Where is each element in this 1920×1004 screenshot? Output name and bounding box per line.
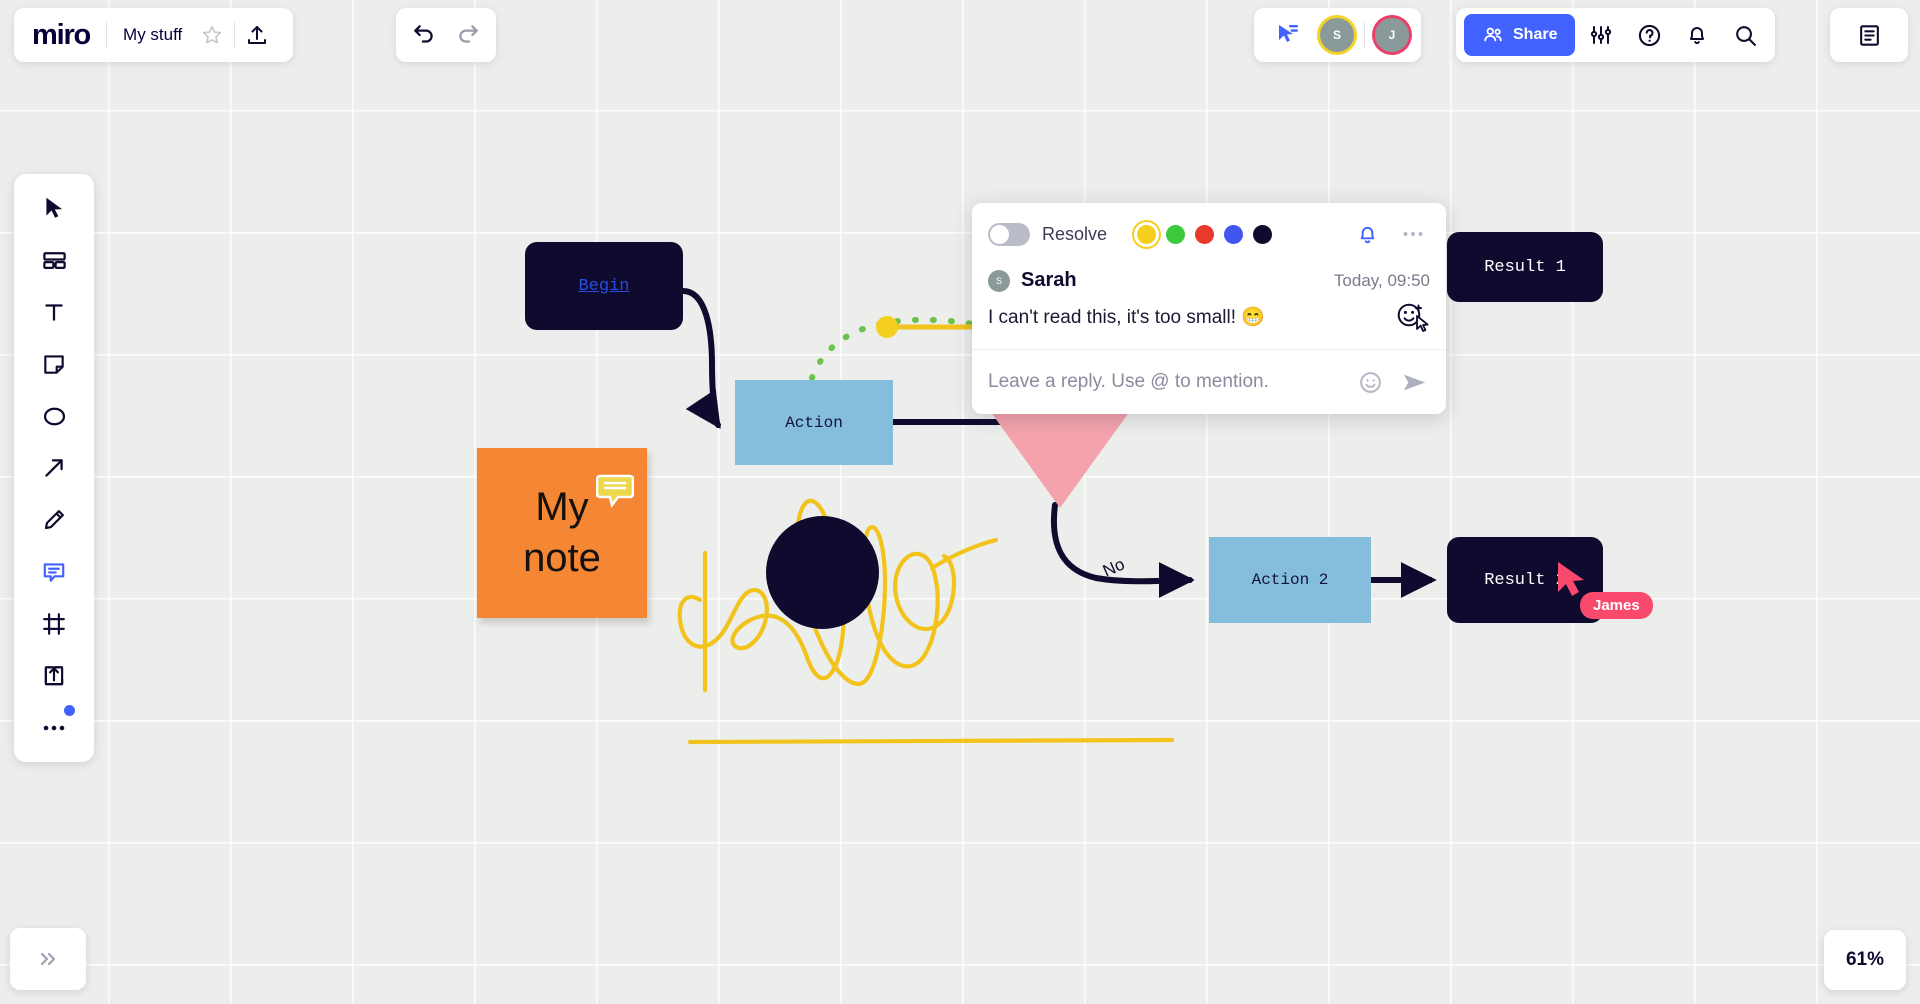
more-tools-badge: [64, 705, 75, 716]
james-avatar[interactable]: J: [1375, 18, 1409, 52]
bell-icon[interactable]: [1675, 13, 1719, 57]
comment-popup[interactable]: Resolve S Sarah Today, 09:50 I can't rea…: [972, 203, 1446, 414]
swatch-red[interactable]: [1195, 224, 1215, 244]
upload-icon: [44, 666, 64, 686]
zoom-level-control[interactable]: 61%: [1824, 930, 1906, 990]
reply-input[interactable]: [988, 371, 1342, 393]
miro-logo[interactable]: miro: [32, 19, 106, 52]
comment-header: Resolve: [972, 203, 1446, 265]
resolve-label: Resolve: [1042, 223, 1108, 244]
cursor-icon: [46, 197, 63, 218]
notes-panel-toolbar: [1830, 8, 1908, 62]
sticky-note-line-2: note: [523, 536, 601, 580]
swatch-green[interactable]: [1166, 224, 1186, 244]
node-action-2[interactable]: Action 2: [1209, 537, 1371, 623]
comment-timestamp: Today, 09:50: [1333, 270, 1430, 290]
node-action-2-label: Action 2: [1251, 571, 1329, 589]
templates-icon: [42, 251, 66, 269]
creation-toolbar: [14, 174, 94, 762]
resolve-toggle[interactable]: [988, 222, 1030, 246]
divider: [1364, 22, 1365, 48]
ellipsis-icon: [43, 725, 65, 731]
swatch-black[interactable]: [1253, 224, 1273, 244]
upload-tool[interactable]: [28, 656, 80, 696]
upload-export-icon[interactable]: [235, 13, 279, 57]
board-toolbar-left: miro My stuff: [14, 8, 294, 62]
comment-meta: S Sarah Today, 09:50: [988, 269, 1430, 292]
arrow-icon: [45, 459, 63, 477]
pen-icon: [44, 510, 64, 530]
sarah-avatar[interactable]: S: [1320, 18, 1354, 52]
connector-tool[interactable]: [28, 448, 80, 488]
share-button[interactable]: Share: [1464, 14, 1576, 56]
frame-icon: [43, 613, 65, 635]
redo-icon[interactable]: [446, 13, 490, 57]
history-toolbar: [396, 8, 496, 62]
comment-more-icon[interactable]: [1396, 217, 1430, 251]
add-reaction-icon[interactable]: [1396, 301, 1430, 333]
sticky-note-comment-badge[interactable]: [596, 474, 634, 508]
comment-author-avatar: S: [988, 269, 1010, 292]
comment-author: Sarah: [1021, 269, 1077, 291]
templates-tool[interactable]: [28, 240, 80, 280]
swatch-blue[interactable]: [1224, 224, 1244, 244]
top-bar: miro My stuff S J Share: [0, 0, 1920, 70]
node-action-label: Action: [785, 413, 843, 432]
james-cursor-label: James: [1580, 592, 1653, 619]
color-swatches: [1137, 224, 1273, 244]
comment-icon: [43, 563, 65, 582]
search-icon[interactable]: [1723, 13, 1767, 57]
comment-reply-row: [972, 349, 1446, 414]
more-tools[interactable]: [28, 705, 80, 748]
sliders-icon[interactable]: [1579, 13, 1623, 57]
help-circle-icon[interactable]: [1627, 13, 1671, 57]
sticky-note-icon: [44, 355, 64, 374]
text-icon: [45, 304, 63, 321]
comment-text-row: I can't read this, it's too small! 😁: [988, 301, 1430, 333]
chevron-double-right-icon: [40, 952, 56, 966]
actions-toolbar: Share: [1456, 8, 1776, 62]
share-button-label: Share: [1513, 26, 1558, 43]
james-cursor: James: [1556, 560, 1653, 619]
comment-body: S Sarah Today, 09:50 I can't read this, …: [972, 265, 1446, 349]
node-result-1-label: Result 1: [1484, 257, 1566, 277]
comment-text: I can't read this, it's too small! 😁: [988, 307, 1265, 328]
circle-shape-icon: [43, 407, 65, 425]
resolve-toggle-knob: [990, 224, 1009, 244]
comment-bell-icon[interactable]: [1350, 217, 1384, 251]
zoom-level-label: 61%: [1845, 949, 1885, 970]
swatch-yellow[interactable]: [1137, 224, 1157, 244]
node-result-2-label: Result 2: [1484, 570, 1566, 590]
board-title[interactable]: My stuff: [107, 25, 190, 45]
sticky-note-tool[interactable]: [28, 344, 80, 384]
node-action[interactable]: Action: [735, 380, 893, 465]
people-icon: [1484, 27, 1502, 42]
board-canvas[interactable]: [0, 0, 1920, 1004]
expand-panel-button[interactable]: [10, 928, 86, 990]
node-result-1[interactable]: Result 1: [1447, 232, 1603, 302]
cursor-share-icon[interactable]: [1266, 13, 1310, 57]
undo-icon[interactable]: [402, 13, 446, 57]
text-tool[interactable]: [28, 292, 80, 332]
select-tool[interactable]: [28, 188, 80, 228]
emoji-icon[interactable]: [1354, 366, 1386, 398]
frame-tool[interactable]: [28, 604, 80, 644]
shape-dark-circle[interactable]: [766, 516, 879, 629]
document-panel-icon[interactable]: [1847, 13, 1891, 57]
node-begin-label[interactable]: Begin: [578, 277, 629, 296]
star-icon[interactable]: [190, 13, 234, 57]
shapes-tool[interactable]: [28, 396, 80, 436]
pen-tool[interactable]: [28, 500, 80, 540]
collaborators-group: S J: [1254, 8, 1421, 62]
send-icon[interactable]: [1398, 366, 1430, 398]
node-begin[interactable]: Begin: [525, 242, 683, 330]
comment-tool[interactable]: [28, 552, 80, 592]
sticky-note-line-1: My: [535, 485, 589, 530]
